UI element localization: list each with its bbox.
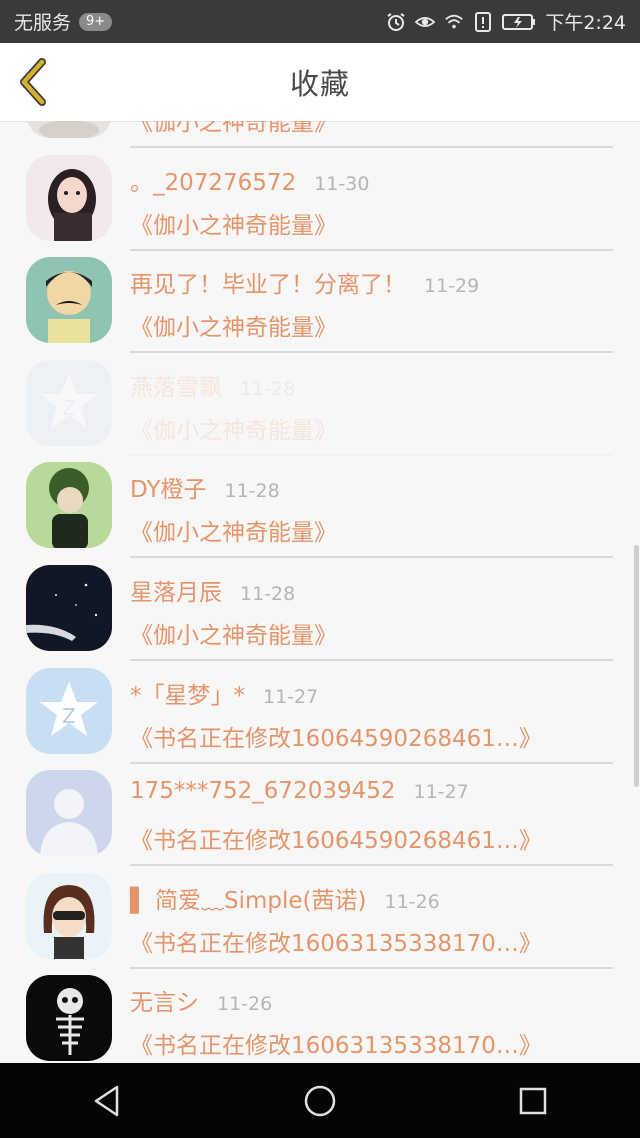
avatar bbox=[26, 564, 112, 651]
list-item[interactable]: 。_207276572 11-30 《伽小之神奇能量》 bbox=[0, 133, 640, 251]
svg-text:Z: Z bbox=[62, 704, 76, 728]
time-stamp: 11-28 bbox=[224, 480, 280, 503]
time-stamp: 11-26 bbox=[217, 993, 273, 1016]
user-name: 无言シ bbox=[130, 990, 199, 1017]
svg-text:Z: Z bbox=[62, 396, 76, 420]
status-bar: 无服务 9+ 下午2:24 bbox=[0, 0, 640, 43]
nav-recents-button[interactable] bbox=[493, 1063, 573, 1138]
avatar bbox=[26, 872, 112, 959]
user-name: 燕落雪飘 bbox=[130, 374, 222, 401]
avatar bbox=[26, 154, 112, 241]
system-nav-bar bbox=[0, 1063, 640, 1138]
time-stamp: 11-28 bbox=[240, 377, 296, 400]
time-stamp: 11-29 bbox=[424, 275, 480, 298]
book-title: 《书名正在修改16063135338170…》 bbox=[130, 1033, 542, 1060]
list-item[interactable]: ▌ 简爱﹏Simple(茜诺) 11-26 《书名正在修改16063135338… bbox=[0, 851, 640, 969]
chevron-left-icon bbox=[20, 58, 46, 106]
list-item[interactable]: 无言シ 11-26 《书名正在修改16063135338170…》 bbox=[0, 953, 640, 1062]
page-title: 收藏 bbox=[289, 67, 350, 101]
user-name: 星落月辰 bbox=[130, 579, 222, 606]
wifi-icon bbox=[444, 12, 464, 32]
alarm-icon bbox=[386, 12, 406, 32]
eye-icon bbox=[415, 12, 436, 32]
user-name: ▌ 简爱﹏Simple(茜诺) bbox=[130, 887, 367, 914]
back-triangle-icon bbox=[94, 1085, 118, 1116]
avatar: Z bbox=[26, 667, 112, 754]
carrier-text: 无服务 bbox=[14, 12, 72, 34]
back-button[interactable] bbox=[12, 56, 56, 108]
user-name: DY橙子 bbox=[130, 477, 207, 504]
avatar bbox=[26, 257, 112, 344]
list-item[interactable]: Z *「星梦」* 11-27 《书名正在修改16064590268461…》 bbox=[0, 646, 640, 764]
battery-icon bbox=[502, 12, 536, 32]
time-stamp: 11-26 bbox=[384, 890, 440, 913]
scrollbar[interactable] bbox=[634, 545, 639, 787]
avatar: Z bbox=[26, 359, 112, 446]
app-header: 收藏 bbox=[0, 43, 640, 122]
list-item[interactable]: 175***752_672039452 11-27 《书名正在修改1606459… bbox=[0, 748, 640, 867]
recents-square-icon bbox=[520, 1087, 547, 1114]
list-item[interactable]: DY橙子 11-28 《伽小之神奇能量》 bbox=[0, 440, 640, 559]
nav-home-button[interactable] bbox=[280, 1063, 360, 1138]
list-item[interactable]: 《伽小之神奇能量》 bbox=[0, 121, 640, 148]
user-name: *「星梦」* bbox=[130, 682, 245, 709]
avatar bbox=[26, 975, 112, 1062]
time-stamp: 11-30 bbox=[314, 172, 370, 195]
avatar bbox=[26, 462, 112, 549]
nav-back-button[interactable] bbox=[67, 1063, 147, 1138]
favorites-list[interactable]: 《伽小之神奇能量》 。_207276572 11-30 《伽小之神奇能量》 再见… bbox=[0, 121, 640, 1063]
notification-badge: 9+ bbox=[79, 12, 113, 31]
time-stamp: 11-28 bbox=[240, 582, 296, 605]
time-stamp: 11-27 bbox=[263, 685, 319, 708]
list-item[interactable]: 再见了！毕业了！分离了！ 11-29 《伽小之神奇能量》 bbox=[0, 235, 640, 354]
user-name: 。_207276572 bbox=[130, 169, 297, 196]
home-circle-icon bbox=[304, 1085, 336, 1116]
user-name: 175***752_672039452 bbox=[130, 778, 396, 805]
status-time: 下午2:24 bbox=[545, 12, 626, 34]
alert-icon bbox=[473, 11, 493, 32]
list-item[interactable]: Z 燕落雪飘 11-28 《伽小之神奇能量》 bbox=[0, 338, 640, 456]
time-stamp: 11-27 bbox=[413, 781, 469, 804]
avatar bbox=[26, 770, 112, 857]
user-name: 再见了！毕业了！分离了！ bbox=[130, 272, 406, 299]
list-item[interactable]: 星落月辰 11-28 《伽小之神奇能量》 bbox=[0, 543, 640, 661]
